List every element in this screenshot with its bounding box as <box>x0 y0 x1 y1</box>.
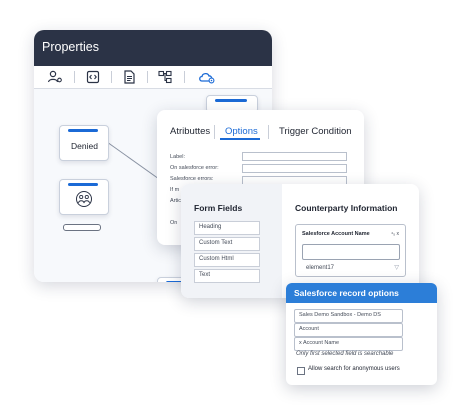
field-label: If m <box>170 187 180 193</box>
people-icon <box>76 191 92 207</box>
node-accent-bar <box>215 99 247 102</box>
node-accent-bar <box>68 129 98 132</box>
toolbar-divider <box>111 71 112 83</box>
field-item-text[interactable]: Text <box>194 269 260 283</box>
field-item-heading[interactable]: Heading <box>194 221 260 235</box>
properties-toolbar <box>34 66 272 89</box>
counterparty-title: Counterparty Information <box>295 203 398 213</box>
properties-header: Properties <box>34 30 272 66</box>
salesforce-account-input[interactable] <box>302 244 400 260</box>
tab-trigger-condition[interactable]: Trigger Condition <box>279 126 352 137</box>
salesforce-options-header: Salesforce record options <box>286 283 437 303</box>
code-icon[interactable] <box>85 69 101 85</box>
searchable-note: Only first selected field is searchable <box>296 351 394 357</box>
salesforce-account-label: Salesforce Account Name <box>302 231 370 237</box>
toolbar-divider <box>147 71 148 83</box>
properties-title: Properties <box>42 40 99 54</box>
denied-node[interactable]: Denied <box>59 125 109 161</box>
toolbar-divider <box>74 71 75 83</box>
salesforce-error-select[interactable] <box>242 164 347 173</box>
field-label: On <box>170 220 178 226</box>
field-item-custom-html[interactable]: Custom Html <box>194 253 260 267</box>
label-input[interactable] <box>242 152 347 161</box>
tab-divider <box>268 125 269 139</box>
chevron-down-icon[interactable]: ▽ <box>394 264 399 271</box>
salesforce-options-title: Salesforce record options <box>294 288 399 298</box>
field-item-custom-text[interactable]: Custom Text <box>194 237 260 251</box>
toolbar-divider <box>184 71 185 83</box>
field-label: Salesforce errors: <box>170 176 214 182</box>
salesforce-org-select[interactable]: Sales Demo Sandbox - Demo DS <box>294 309 403 323</box>
denied-node-label: Denied <box>71 141 98 151</box>
anonymous-search-checkbox[interactable] <box>297 367 305 375</box>
tab-attributes[interactable]: Atributtes <box>170 126 210 137</box>
tab-divider <box>214 125 215 139</box>
cloud-settings-icon[interactable] <box>197 69 217 85</box>
node-accent-bar <box>68 183 98 186</box>
salesforce-record-options: Salesforce record options Sales Demo San… <box>286 283 437 385</box>
end-node[interactable] <box>63 224 101 231</box>
form-fields-panel: Form Fields Heading Custom Text Custom H… <box>181 184 419 298</box>
form-fields-title: Form Fields <box>194 203 243 213</box>
document-icon[interactable] <box>121 69 137 85</box>
active-tab-indicator <box>220 138 260 140</box>
field-label: Artic <box>170 198 181 204</box>
field-label: On salesforce error: <box>170 165 219 171</box>
form-fields-sidebar: Form Fields Heading Custom Text Custom H… <box>181 184 282 298</box>
element-id: element17 <box>306 265 335 271</box>
salesforce-account-field[interactable]: Salesforce Account Name ⁴₅ x element17 ▽ <box>295 224 406 277</box>
tab-options[interactable]: Options <box>225 126 258 137</box>
field-label: Label: <box>170 154 185 160</box>
approval-node[interactable] <box>59 179 109 215</box>
field-tag-remove[interactable]: ⁴₅ x <box>391 231 399 237</box>
anonymous-search-label: Allow search for anonymous users <box>308 366 400 372</box>
users-gear-icon[interactable] <box>47 69 63 85</box>
salesforce-field-select[interactable]: x Account Name <box>294 337 403 351</box>
hierarchy-icon[interactable] <box>157 69 173 85</box>
salesforce-object-select[interactable]: Account <box>294 323 403 337</box>
